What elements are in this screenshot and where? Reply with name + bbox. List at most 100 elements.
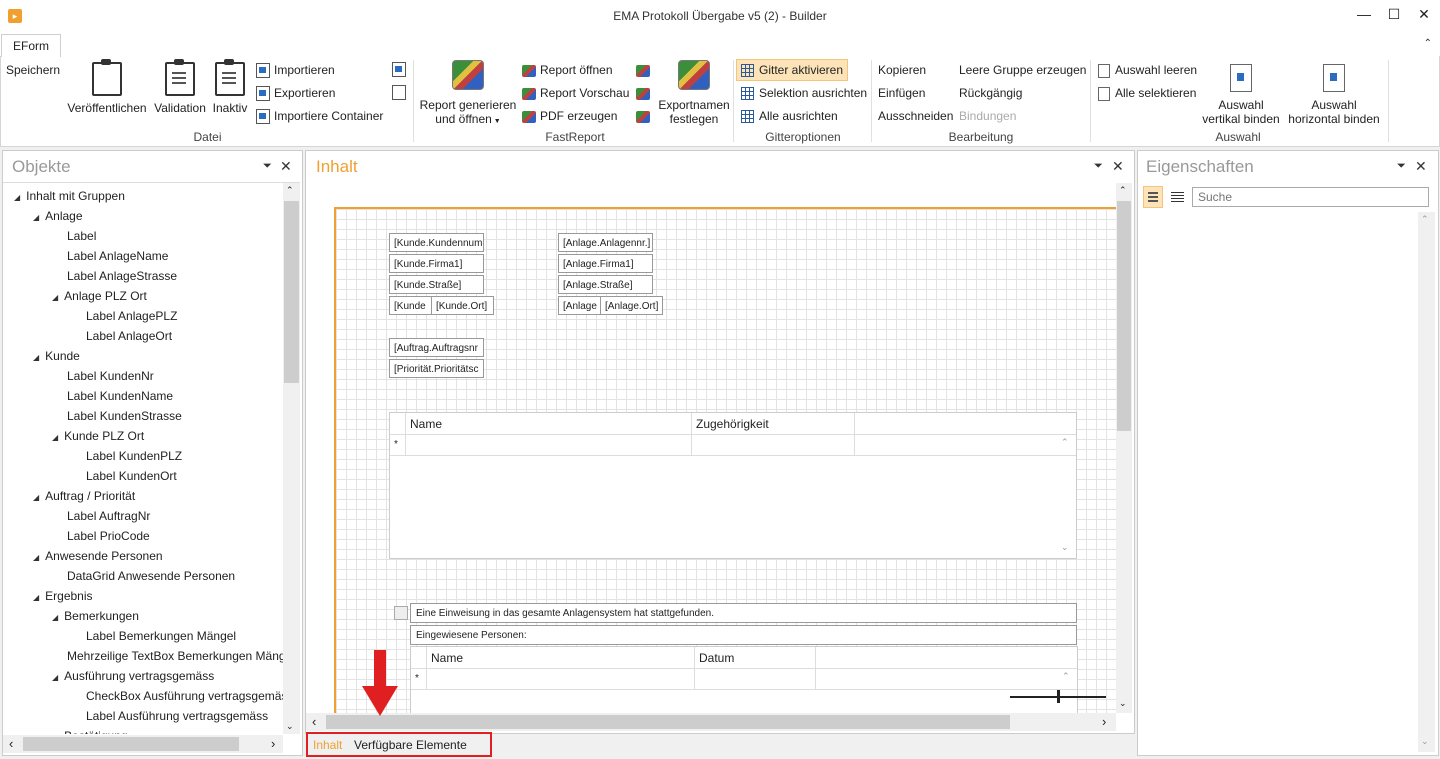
tree-item[interactable]: Label Ausführung vertragsgemäss <box>86 709 268 723</box>
field-prioritaet[interactable]: [Priorität.Prioritätsc <box>389 359 484 378</box>
tree-item[interactable]: ◢ Inhalt mit Gruppen <box>14 189 125 203</box>
content-panel-close-icon[interactable]: ✕ <box>1112 158 1124 175</box>
scroll-up-icon[interactable]: ⌃ <box>1421 214 1429 225</box>
tab-eform[interactable]: EForm <box>1 34 61 57</box>
pin-icon[interactable]: ⏷ <box>1094 160 1103 173</box>
validation-button[interactable]: Validation <box>151 59 209 115</box>
report-preview-button[interactable]: Report Vorschau <box>522 86 629 100</box>
select-all-button[interactable]: Alle selektieren <box>1098 86 1196 101</box>
h-scroll-thumb[interactable] <box>23 737 239 751</box>
pin-icon[interactable]: ⏷ <box>263 160 272 173</box>
properties-search-input[interactable] <box>1192 187 1429 207</box>
field-auftrag-auftragsnr[interactable]: [Auftrag.Auftragsnr <box>389 338 484 357</box>
scroll-down-icon[interactable]: ⌄ <box>286 721 294 732</box>
field-anlage-anlagennr[interactable]: [Anlage.Anlagennr.] <box>558 233 653 252</box>
properties-panel-close-icon[interactable]: ✕ <box>1415 158 1427 175</box>
tree-item[interactable]: Label <box>67 229 96 243</box>
content-vertical-scrollbar[interactable]: ⌃ ⌄ <box>1116 183 1132 713</box>
report-extra-button-1[interactable] <box>636 63 654 77</box>
scroll-down-icon[interactable]: ⌄ <box>1119 698 1127 709</box>
grid-scroll-up-icon[interactable]: ⌃ <box>1061 437 1069 448</box>
save-button[interactable]: Speichern <box>6 63 60 77</box>
extra-doc-button-1[interactable] <box>392 62 410 78</box>
expand-triangle-icon[interactable]: ◢ <box>52 673 58 682</box>
expand-triangle-icon[interactable]: ◢ <box>33 213 39 222</box>
grid-header-name[interactable]: Name <box>410 417 442 431</box>
tree-item[interactable]: CheckBox Ausführung vertragsgemäs <box>86 689 283 703</box>
h-scroll-thumb[interactable] <box>326 715 1010 729</box>
field-kunde-strasse[interactable]: [Kunde.Straße] <box>389 275 484 294</box>
scroll-right-icon[interactable]: › <box>271 736 275 751</box>
scroll-thumb[interactable] <box>1117 201 1131 431</box>
datagrid-anwesende-personen[interactable]: Name Zugehörigkeit * ⌃ ⌄ <box>389 412 1077 559</box>
field-anlage-plz[interactable]: [Anlage <box>558 296 601 315</box>
import-button[interactable]: Importieren <box>256 63 335 79</box>
report-extra-button-2[interactable] <box>636 86 654 100</box>
tree-item[interactable]: Label AnlagePLZ <box>86 309 177 323</box>
grid2-header-datum[interactable]: Datum <box>699 651 734 665</box>
alphabetical-view-button[interactable] <box>1168 186 1188 208</box>
scroll-right-icon[interactable]: › <box>1102 714 1106 729</box>
report-extra-button-3[interactable] <box>636 109 654 123</box>
pin-icon[interactable]: ⏷ <box>1397 160 1406 173</box>
scroll-up-icon[interactable]: ⌃ <box>1119 185 1127 196</box>
bind-vertical-button[interactable]: Auswahl vertikal binden <box>1200 64 1282 126</box>
export-button[interactable]: Exportieren <box>256 86 335 102</box>
expand-triangle-icon[interactable]: ◢ <box>33 593 39 602</box>
expand-triangle-icon[interactable]: ◢ <box>52 293 58 302</box>
tab-verfuegbare-elemente[interactable]: Verfügbare Elemente <box>354 738 467 752</box>
minimize-button[interactable]: — <box>1354 5 1374 23</box>
field-kunde-firma1[interactable]: [Kunde.Firma1] <box>389 254 484 273</box>
extra-doc-button-2[interactable] <box>392 85 410 101</box>
report-generate-button[interactable]: Report generieren und öffnen ▼ <box>418 60 518 129</box>
zoom-slider-thumb[interactable] <box>1057 690 1060 703</box>
tree-item[interactable]: ◢ Kunde PLZ Ort <box>52 429 144 443</box>
pdf-create-button[interactable]: PDF erzeugen <box>522 109 617 123</box>
inactive-button[interactable]: Inaktiv <box>210 59 250 115</box>
publish-button[interactable]: Veröffentlichen <box>64 59 150 115</box>
tree-item[interactable]: Label KundenNr <box>67 369 154 383</box>
undo-button[interactable]: Rückgängig <box>959 86 1022 100</box>
tree-item[interactable]: ◢ Bestätigung <box>52 729 128 734</box>
export-names-button[interactable]: Exportnamen festlegen <box>656 60 732 126</box>
tree-item[interactable]: ◢ Bemerkungen <box>52 609 139 623</box>
tree-item[interactable]: Label AnlageName <box>67 249 168 263</box>
cut-button[interactable]: Ausschneiden <box>878 109 953 123</box>
tab-inhalt[interactable]: Inhalt <box>313 738 342 752</box>
scroll-left-icon[interactable]: ‹ <box>312 714 316 729</box>
tree-item[interactable]: DataGrid Anwesende Personen <box>67 569 235 583</box>
scroll-down-icon[interactable]: ⌄ <box>1421 736 1429 747</box>
tree-item[interactable]: ◢ Ergebnis <box>33 589 93 603</box>
grid-scroll-down-icon[interactable]: ⌄ <box>1061 542 1069 553</box>
tree-item[interactable]: Label AuftragNr <box>67 509 150 523</box>
tree-item[interactable]: ◢ Auftrag / Priorität <box>33 489 135 503</box>
expand-triangle-icon[interactable]: ◢ <box>52 433 58 442</box>
field-anlage-ort[interactable]: [Anlage.Ort] <box>600 296 663 315</box>
tree-item[interactable]: Label PrioCode <box>67 529 150 543</box>
expand-triangle-icon[interactable]: ◢ <box>52 733 58 734</box>
copy-button[interactable]: Kopieren <box>878 63 926 77</box>
datagrid-eingewiesene-personen[interactable]: Name Datum * ⌃ <box>410 646 1078 713</box>
tree-item[interactable]: ◢ Anwesende Personen <box>33 549 163 563</box>
tree-item[interactable]: ◢ Anlage <box>33 209 83 223</box>
objects-vertical-scrollbar[interactable]: ⌃ ⌄ <box>283 183 300 734</box>
report-open-button[interactable]: Report öffnen <box>522 63 613 77</box>
grid-header-zugehoerigkeit[interactable]: Zugehörigkeit <box>696 417 769 431</box>
grid2-header-name[interactable]: Name <box>431 651 463 665</box>
tree-item[interactable]: Label AnlageStrasse <box>67 269 177 283</box>
expand-triangle-icon[interactable]: ◢ <box>14 193 20 202</box>
tree-item[interactable]: Label KundenPLZ <box>86 449 182 463</box>
close-button[interactable]: ✕ <box>1414 5 1434 23</box>
bind-horizontal-button[interactable]: Auswahl horizontal binden <box>1286 64 1382 126</box>
clear-selection-button[interactable]: Auswahl leeren <box>1098 63 1197 78</box>
tree-item[interactable]: ◢ Ausführung vertragsgemäss <box>52 669 214 683</box>
scroll-thumb[interactable] <box>284 201 299 383</box>
einweisung-checkbox[interactable] <box>394 606 408 620</box>
tree-item[interactable]: ◢ Kunde <box>33 349 80 363</box>
expand-triangle-icon[interactable]: ◢ <box>33 553 39 562</box>
objects-horizontal-scrollbar[interactable]: ‹ › <box>3 735 283 753</box>
design-canvas[interactable]: [Kunde.Kundennum [Kunde.Firma1] [Kunde.S… <box>334 207 1116 713</box>
align-selection-button[interactable]: Selektion ausrichten <box>741 86 867 101</box>
maximize-button[interactable]: ☐ <box>1384 5 1404 23</box>
properties-vertical-scrollbar[interactable]: ⌃ ⌄ <box>1418 212 1435 752</box>
